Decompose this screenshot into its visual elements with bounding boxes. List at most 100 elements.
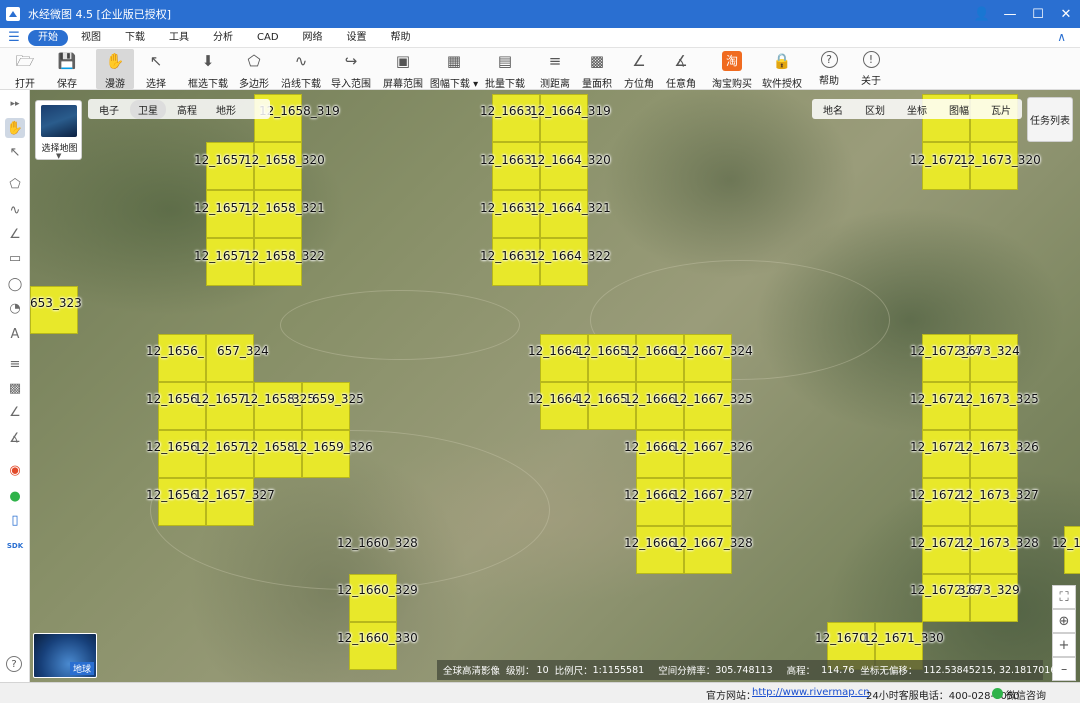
map-tile[interactable] xyxy=(970,526,1018,574)
sector-tool-icon[interactable]: ◔ xyxy=(5,298,25,318)
overlay-placenames[interactable]: 地名 xyxy=(823,102,843,117)
help-circle-icon[interactable]: ? xyxy=(6,656,22,672)
map-tile[interactable] xyxy=(636,334,684,382)
map-tile[interactable] xyxy=(1064,526,1080,574)
select-tool-icon[interactable]: ↖ xyxy=(5,142,25,162)
select-button[interactable]: ↖ 选择 xyxy=(140,49,172,90)
map-tile[interactable] xyxy=(158,430,206,478)
map-tile[interactable] xyxy=(684,382,732,430)
map-tile[interactable] xyxy=(492,94,540,142)
line-download-button[interactable]: ∿ 沿线下载 xyxy=(279,49,323,90)
map-tile[interactable] xyxy=(922,526,970,574)
map-tile[interactable] xyxy=(206,478,254,526)
overlay-sheets[interactable]: 图幅 xyxy=(949,102,969,117)
polygon-tool-icon[interactable]: ⬠ xyxy=(5,174,25,194)
map-tile[interactable] xyxy=(636,430,684,478)
layer-elevation[interactable]: 高程 xyxy=(169,100,205,119)
map-tile[interactable] xyxy=(684,430,732,478)
zoom-in-icon[interactable]: + xyxy=(1052,633,1076,657)
map-tile[interactable] xyxy=(158,478,206,526)
weather-icon[interactable]: ◉ xyxy=(5,460,25,480)
ruler-tool-icon[interactable]: ≡ xyxy=(5,354,25,374)
site-link[interactable]: http://www.rivermap.cn xyxy=(752,687,870,698)
map-tile[interactable] xyxy=(970,430,1018,478)
tab-settings[interactable]: 设置 xyxy=(336,30,378,46)
map-tile[interactable] xyxy=(302,430,350,478)
text-tool-icon[interactable]: A xyxy=(5,324,25,344)
user-icon[interactable]: 👤 xyxy=(968,0,996,28)
map-tile[interactable] xyxy=(922,574,970,622)
map-tile[interactable] xyxy=(922,478,970,526)
locate-icon[interactable]: ⊕ xyxy=(1052,609,1076,633)
layer-satellite[interactable]: 卫星 xyxy=(130,99,166,119)
help-button[interactable]: ? 帮助 xyxy=(815,49,843,89)
polygon-button[interactable]: ⬠ 多边形 xyxy=(236,49,272,90)
azimuth-tool-icon[interactable]: ∠ xyxy=(5,402,25,422)
map-tile[interactable] xyxy=(922,334,970,382)
map-tile[interactable] xyxy=(970,478,1018,526)
rect-download-button[interactable]: ⬇ 框选下载 xyxy=(186,49,230,90)
screen-range-button[interactable]: ▣ 屏幕范围 xyxy=(381,49,425,90)
polyline-tool-icon[interactable]: ∿ xyxy=(5,200,25,220)
hamburger-menu-icon[interactable]: ☰ xyxy=(0,30,28,45)
map-tile[interactable] xyxy=(30,286,78,334)
minimize-icon[interactable]: — xyxy=(996,0,1024,28)
map-tile[interactable] xyxy=(684,334,732,382)
overlay-tiles[interactable]: 瓦片 xyxy=(991,102,1011,117)
map-tile[interactable] xyxy=(302,382,350,430)
tab-cad[interactable]: CAD xyxy=(246,30,290,46)
map-tile[interactable] xyxy=(922,430,970,478)
map-tile[interactable] xyxy=(158,382,206,430)
map-tile[interactable] xyxy=(636,382,684,430)
batch-download-button[interactable]: ▤ 批量下载 xyxy=(483,49,527,90)
tab-analysis[interactable]: 分析 xyxy=(202,30,244,46)
area-tool-icon[interactable]: ▩ xyxy=(5,378,25,398)
map-tile[interactable] xyxy=(254,430,302,478)
map-tile[interactable] xyxy=(970,334,1018,382)
map-tile[interactable] xyxy=(349,622,397,670)
share-icon[interactable]: ● xyxy=(5,486,25,506)
measure-distance-button[interactable]: ≡ 测距离 xyxy=(538,49,572,90)
map-tile[interactable] xyxy=(158,334,206,382)
select-map-button[interactable]: 选择地图 ▼ xyxy=(35,100,82,160)
curve-tool-icon[interactable]: ∠ xyxy=(5,224,25,244)
expand-panel-icon[interactable]: ▸▸ xyxy=(5,94,25,114)
tab-view[interactable]: 视图 xyxy=(70,30,112,46)
map-tile[interactable] xyxy=(922,382,970,430)
map-tile[interactable] xyxy=(254,382,302,430)
measure-area-button[interactable]: ▩ 量面积 xyxy=(580,49,614,90)
map-tile[interactable] xyxy=(349,574,397,622)
taobao-button[interactable]: 淘 淘宝购买 xyxy=(710,49,754,90)
overlay-coordinates[interactable]: 坐标 xyxy=(907,102,927,117)
collapse-ribbon-icon[interactable]: ∧ xyxy=(1057,30,1066,44)
map-tile[interactable] xyxy=(206,382,254,430)
map-tile[interactable] xyxy=(540,334,588,382)
sheet-download-button[interactable]: ▦ 图幅下载 ▾ xyxy=(430,49,478,90)
map-tile[interactable] xyxy=(636,526,684,574)
phone-icon[interactable]: ▯ xyxy=(5,510,25,530)
hand-tool-icon[interactable]: ✋ xyxy=(5,118,25,138)
wechat-consult-link[interactable]: 微信咨询 xyxy=(1006,687,1046,702)
map-tile[interactable] xyxy=(540,94,588,142)
full-extent-icon[interactable]: ⛶ xyxy=(1052,585,1076,609)
map-tile[interactable] xyxy=(588,382,636,430)
import-range-button[interactable]: ↪ 导入范围 xyxy=(329,49,373,90)
layer-terrain[interactable]: 地形 xyxy=(208,100,244,119)
azimuth-button[interactable]: ∠ 方位角 xyxy=(622,49,656,90)
rectangle-tool-icon[interactable]: ▭ xyxy=(5,248,25,268)
map-tile[interactable] xyxy=(540,382,588,430)
tab-download[interactable]: 下载 xyxy=(114,30,156,46)
save-button[interactable]: 💾 保存 xyxy=(52,49,82,90)
map-tile[interactable] xyxy=(684,478,732,526)
map-tile[interactable] xyxy=(206,334,254,382)
pan-button[interactable]: ✋ 漫游 xyxy=(96,49,134,90)
tab-start[interactable]: 开始 xyxy=(28,29,68,46)
close-icon[interactable]: ✕ xyxy=(1052,0,1080,28)
tab-tools[interactable]: 工具 xyxy=(158,30,200,46)
map-tile[interactable] xyxy=(588,334,636,382)
maximize-icon[interactable]: ☐ xyxy=(1024,0,1052,28)
map-tile[interactable] xyxy=(636,478,684,526)
map-tile[interactable] xyxy=(970,382,1018,430)
sdk-icon[interactable]: SDK xyxy=(5,536,25,556)
overlay-boundaries[interactable]: 区划 xyxy=(865,102,885,117)
